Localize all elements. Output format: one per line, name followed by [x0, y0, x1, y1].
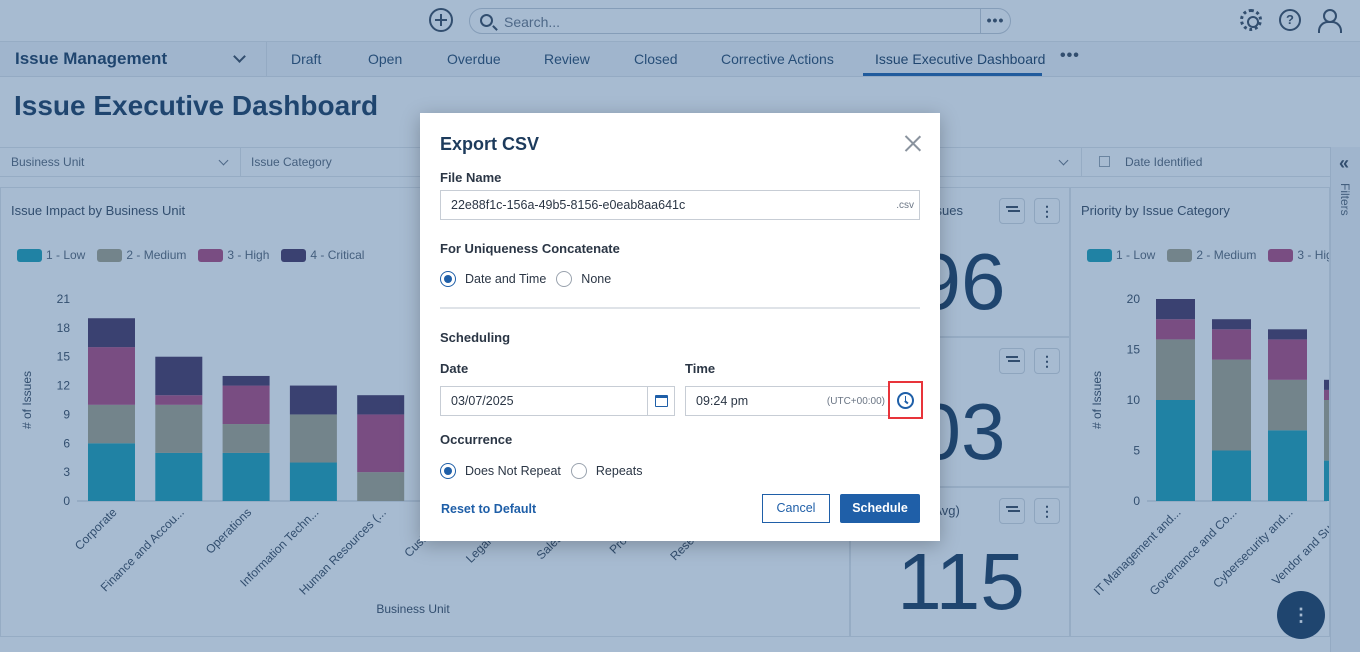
uniqueness-options: Date and Time None: [440, 271, 611, 287]
date-field[interactable]: 03/07/2025: [440, 386, 648, 416]
close-icon[interactable]: [904, 134, 922, 152]
time-value: 09:24 pm: [696, 394, 749, 408]
occurrence-label: Occurrence: [440, 432, 513, 447]
file-name-value: 22e88f1c-156a-49b5-8156-e0eab8aa641c: [451, 198, 686, 212]
radio-label[interactable]: Date and Time: [465, 272, 546, 286]
time-label: Time: [685, 361, 716, 376]
file-extension: .csv: [896, 200, 914, 211]
time-picker-button[interactable]: [888, 381, 923, 419]
calendar-icon: [655, 395, 668, 407]
clock-icon: [897, 392, 914, 409]
radio-label[interactable]: Does Not Repeat: [465, 464, 561, 478]
radio-label[interactable]: Repeats: [596, 464, 643, 478]
radio-does-not-repeat[interactable]: [440, 463, 456, 479]
timezone-label: (UTC+00:00): [826, 396, 885, 407]
radio-label[interactable]: None: [581, 272, 611, 286]
uniqueness-label: For Uniqueness Concatenate: [440, 241, 620, 256]
time-field[interactable]: 09:24 pm (UTC+00:00): [685, 386, 889, 416]
date-value: 03/07/2025: [451, 394, 514, 408]
file-name-field[interactable]: 22e88f1c-156a-49b5-8156-e0eab8aa641c .cs…: [440, 190, 920, 220]
cancel-button[interactable]: Cancel: [762, 494, 830, 523]
occurrence-options: Does Not Repeat Repeats: [440, 463, 642, 479]
radio-none[interactable]: [556, 271, 573, 287]
dialog-title: Export CSV: [440, 134, 540, 154]
calendar-button[interactable]: [647, 386, 675, 416]
divider: [440, 307, 920, 309]
radio-repeats[interactable]: [570, 463, 587, 479]
export-csv-dialog: Export CSV File Name 22e88f1c-156a-49b5-…: [420, 113, 940, 541]
schedule-button[interactable]: Schedule: [840, 494, 920, 523]
reset-to-default-link[interactable]: Reset to Default: [441, 502, 536, 516]
date-label: Date: [440, 361, 469, 376]
file-name-label: File Name: [440, 170, 502, 185]
radio-date-and-time[interactable]: [440, 271, 456, 287]
scheduling-label: Scheduling: [440, 330, 511, 345]
